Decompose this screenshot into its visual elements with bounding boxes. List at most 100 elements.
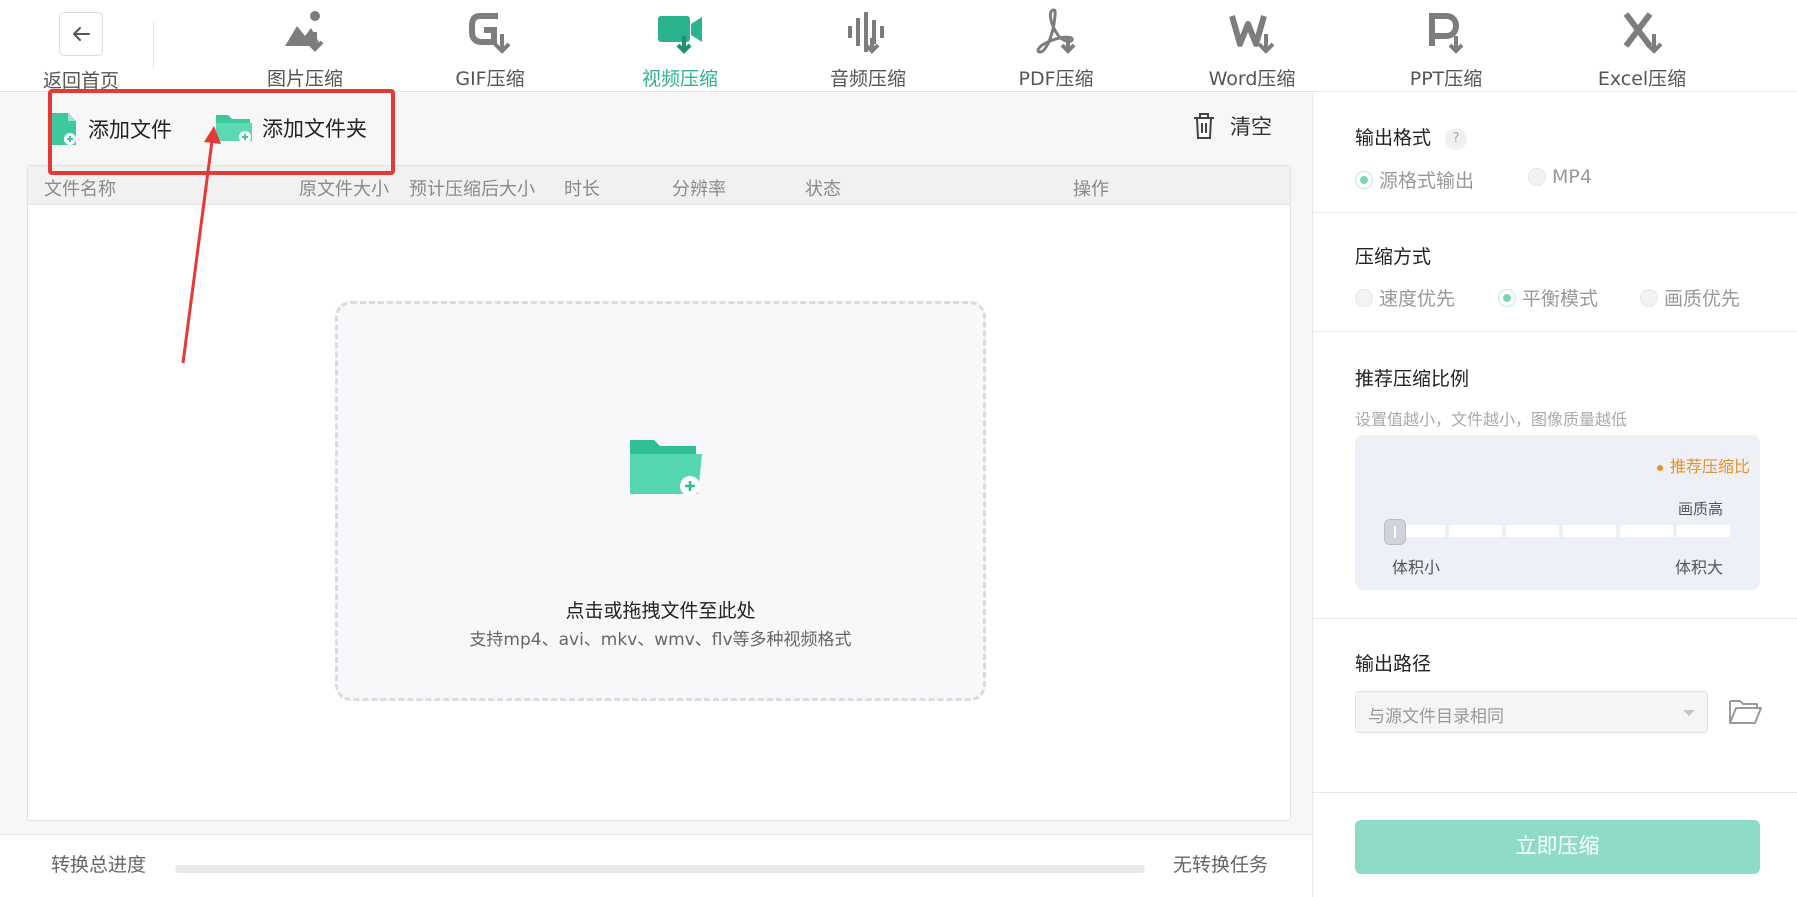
chevron-down-icon	[1683, 710, 1695, 716]
nav-label-pdf-compress: PDF压缩	[1018, 68, 1094, 90]
folder-add-icon	[630, 440, 702, 496]
clear-label: 清空	[1230, 115, 1272, 139]
nav-item-gif-compress[interactable]: GIF压缩	[420, 6, 560, 90]
compress-ratio-title: 推荐压缩比例	[1355, 368, 1470, 390]
recommended-ratio-label: 推荐压缩比	[1669, 457, 1750, 476]
audio-compress-icon	[848, 12, 884, 54]
col-resolution: 分辨率	[672, 179, 726, 200]
col-file-name: 文件名称	[44, 179, 116, 200]
progress-label: 转换总进度	[51, 854, 147, 876]
compress-mode-title: 压缩方式	[1355, 246, 1432, 268]
output-path-value: 与源文件目录相同	[1368, 707, 1504, 727]
radio-speed-first-label: 速度优先	[1379, 288, 1456, 310]
output-format-title-text: 输出格式	[1355, 127, 1432, 149]
open-folder-icon[interactable]	[1727, 695, 1763, 729]
nav-label-ppt-compress: PPT压缩	[1409, 68, 1483, 90]
nav-item-video-compress[interactable]: 视频压缩	[610, 6, 750, 90]
radio-balanced-label: 平衡模式	[1522, 288, 1599, 310]
radio-dot-icon	[1355, 288, 1373, 307]
col-original-size: 原文件大小	[299, 179, 389, 200]
file-drop-zone[interactable]: 点击或拖拽文件至此处 支持mp4、avi、mkv、wmv、flv等多种视频格式	[335, 301, 986, 701]
output-path-section: 输出路径 与源文件目录相同	[1313, 619, 1797, 793]
progress-bar	[175, 865, 1145, 873]
compress-ratio-section: 推荐压缩比例 设置值越小，文件越小，图像质量越低 推荐压缩比 画质高 体积小 体…	[1313, 332, 1797, 619]
drop-zone-title: 点击或拖拽文件至此处	[565, 600, 756, 622]
radio-balanced[interactable]: 平衡模式	[1498, 284, 1598, 311]
start-compress-button[interactable]: 立即压缩	[1355, 820, 1760, 874]
nav-label-word-compress: Word压缩	[1208, 68, 1296, 90]
table-header: 文件名称 原文件大小 预计压缩后大小 时长 分辨率 状态 操作	[28, 166, 1290, 205]
radio-source-format[interactable]: 源格式输出	[1355, 166, 1474, 193]
radio-dot-icon	[1640, 288, 1658, 307]
excel-compress-icon	[1623, 12, 1663, 54]
ppt-compress-icon	[1429, 13, 1464, 54]
slider-segment	[1620, 525, 1673, 537]
recommend-dot-icon	[1656, 464, 1663, 471]
slider-segment	[1677, 525, 1730, 537]
back-home-label: 返回首页	[42, 70, 119, 92]
nav-item-image-compress[interactable]: 图片压缩	[235, 6, 375, 90]
col-estimated-size: 预计压缩后大小	[409, 179, 535, 200]
add-file-icon	[52, 113, 76, 145]
help-icon[interactable]: ?	[1445, 127, 1468, 150]
pdf-compress-icon	[1036, 8, 1076, 54]
radio-source-format-label: 源格式输出	[1379, 170, 1475, 192]
add-file-button[interactable]: 添加文件	[50, 111, 172, 147]
slider-segment	[1449, 525, 1502, 537]
compress-ratio-card: 推荐压缩比 画质高 体积小 体积大	[1355, 435, 1760, 590]
output-format-section: 输出格式? 源格式输出 MP4	[1313, 93, 1797, 213]
file-list-panel: 添加文件 添加文件夹 清空 文件名称 原文件大小 预计压缩后大小 时长 分辨率 …	[0, 93, 1312, 897]
output-path-title: 输出路径	[1355, 653, 1432, 675]
recommended-ratio-tag: 推荐压缩比	[1656, 453, 1750, 477]
nav-item-excel-compress[interactable]: Excel压缩	[1572, 6, 1712, 90]
arrow-left-icon	[73, 27, 90, 41]
output-path-select[interactable]: 与源文件目录相同	[1355, 691, 1708, 733]
nav-divider	[153, 22, 154, 68]
progress-status: 无转换任务	[1172, 854, 1268, 876]
word-compress-icon	[1229, 15, 1275, 54]
image-compress-icon	[285, 11, 324, 52]
radio-mp4-label: MP4	[1552, 166, 1592, 188]
col-status: 状态	[805, 179, 841, 200]
nav-label-excel-compress: Excel压缩	[1597, 68, 1687, 90]
clear-button[interactable]: 清空	[1192, 111, 1272, 141]
back-home-button[interactable]: 返回首页	[36, 10, 126, 92]
radio-dot-icon	[1528, 168, 1546, 186]
trash-icon	[1194, 113, 1214, 139]
output-format-title: 输出格式?	[1355, 123, 1468, 150]
radio-quality-first[interactable]: 画质优先	[1640, 284, 1740, 311]
progress-row: 转换总进度 无转换任务	[0, 834, 1312, 897]
add-folder-icon	[216, 115, 252, 143]
nav-item-word-compress[interactable]: Word压缩	[1182, 6, 1322, 90]
radio-dot-icon	[1498, 288, 1516, 307]
settings-panel: 输出格式? 源格式输出 MP4 压缩方式 速度优先 平衡模式 画质优先 推荐压缩…	[1312, 93, 1797, 897]
nav-item-audio-compress[interactable]: 音频压缩	[798, 6, 938, 90]
top-nav: 返回首页 图片压缩 GIF压缩 视频压缩 音频压缩 PDF压缩 Word压缩 P…	[0, 0, 1797, 92]
video-compress-icon	[658, 16, 702, 54]
col-duration: 时长	[564, 179, 600, 200]
add-file-label: 添加文件	[88, 118, 172, 142]
back-arrow-box	[59, 12, 103, 56]
nav-label-audio-compress: 音频压缩	[829, 68, 906, 90]
nav-label-gif-compress: GIF压缩	[455, 68, 525, 90]
nav-label-video-compress: 视频压缩	[641, 68, 718, 90]
nav-label-image-compress: 图片压缩	[266, 68, 343, 90]
radio-mp4[interactable]: MP4	[1528, 166, 1592, 188]
add-folder-button[interactable]: 添加文件夹	[214, 111, 367, 145]
radio-speed-first[interactable]: 速度优先	[1355, 284, 1455, 311]
compress-ratio-slider[interactable]	[1384, 519, 1730, 545]
slider-segment	[1563, 525, 1616, 537]
gif-compress-icon	[469, 13, 511, 54]
compress-mode-section: 压缩方式 速度优先 平衡模式 画质优先	[1313, 213, 1797, 332]
compress-ratio-hint: 设置值越小，文件越小，图像质量越低	[1355, 410, 1628, 429]
high-quality-label: 画质高	[1677, 500, 1723, 518]
large-size-label: 体积大	[1674, 558, 1723, 577]
nav-item-ppt-compress[interactable]: PPT压缩	[1376, 6, 1516, 90]
drop-zone-subtitle: 支持mp4、avi、mkv、wmv、flv等多种视频格式	[469, 630, 852, 650]
slider-handle[interactable]	[1384, 519, 1406, 545]
col-actions: 操作	[1073, 179, 1109, 200]
add-folder-label: 添加文件夹	[262, 117, 367, 141]
radio-quality-first-label: 画质优先	[1664, 288, 1741, 310]
file-table: 文件名称 原文件大小 预计压缩后大小 时长 分辨率 状态 操作 点击或拖拽文件至…	[27, 165, 1291, 821]
nav-item-pdf-compress[interactable]: PDF压缩	[986, 6, 1126, 90]
